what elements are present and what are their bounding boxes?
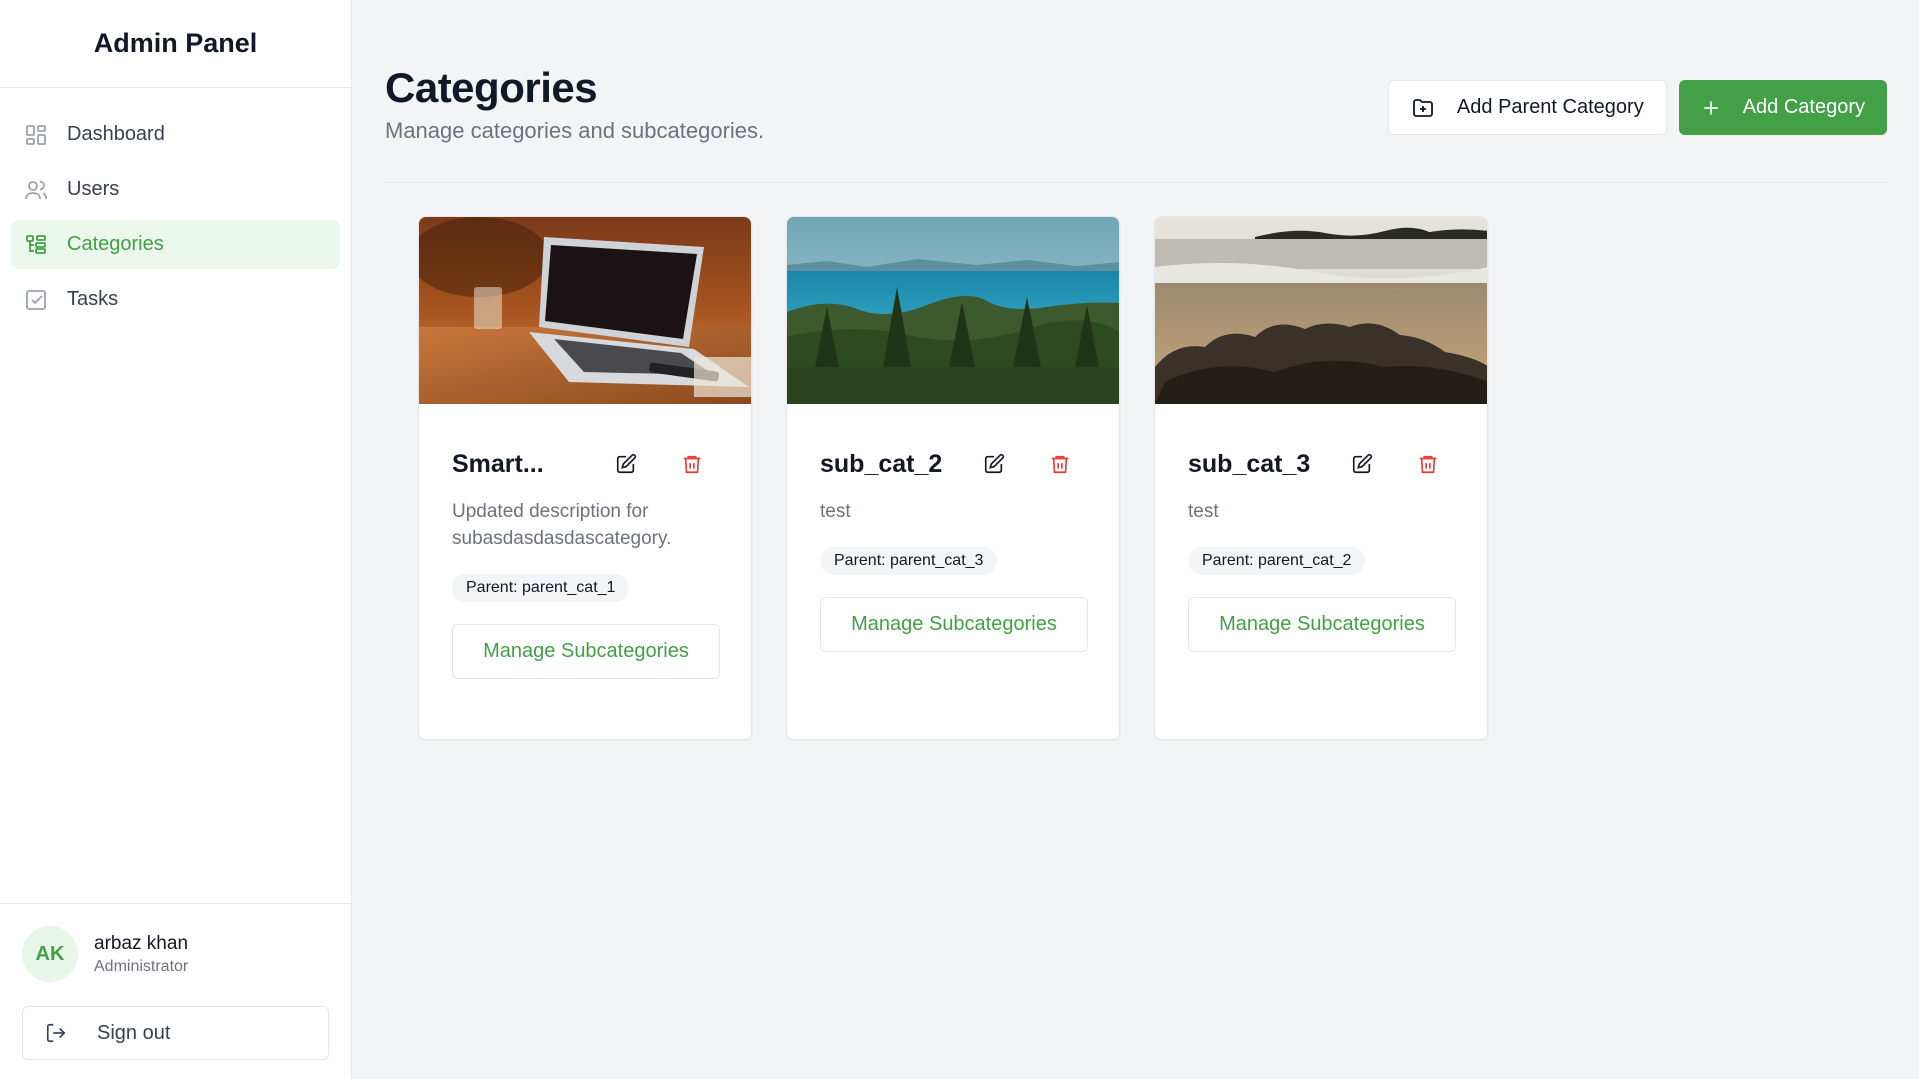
manage-subcategories-button[interactable]: Manage Subcategories [452,624,720,679]
manage-subcategories-button[interactable]: Manage Subcategories [1188,597,1456,652]
parent-badge: Parent: parent_cat_2 [1188,547,1366,575]
manage-subcategories-button[interactable]: Manage Subcategories [820,597,1088,652]
add-category-button[interactable]: Add Category [1678,80,1887,135]
app-title: Admin Panel [0,0,351,88]
edit-icon[interactable] [614,452,638,476]
card-body: Smart... Updated description for subasda… [419,404,751,679]
avatar: AK [22,926,78,982]
user-profile: AK arbaz khan Administrator [22,926,329,982]
tasks-icon [23,287,49,313]
sidebar-item-dashboard[interactable]: Dashboard [11,110,340,159]
folder-plus-icon [1411,96,1435,120]
sign-out-label: Sign out [97,1021,171,1044]
sidebar-nav: Dashboard Users Categories Tasks [0,88,351,330]
edit-icon[interactable] [982,452,1006,476]
sidebar-item-users[interactable]: Users [11,165,340,214]
parent-badge: Parent: parent_cat_3 [820,547,998,575]
edit-icon[interactable] [1350,452,1374,476]
add-parent-category-label: Add Parent Category [1456,96,1644,118]
categories-icon [23,232,49,258]
sidebar-item-label: Users [67,178,120,200]
category-card: sub_cat_3 test Parent: parent_cat_2 Mana… [1154,216,1488,740]
category-name: Smart... [452,449,544,478]
sidebar-item-label: Dashboard [67,123,165,145]
parent-badge: Parent: parent_cat_1 [452,574,630,602]
delete-icon[interactable] [680,452,704,476]
category-description: test [1188,501,1219,522]
app-root: Admin Panel Dashboard Users Categories T… [0,0,1919,1079]
sign-out-button[interactable]: Sign out [22,1006,329,1060]
users-icon [23,177,49,203]
user-name: arbaz khan [94,932,189,954]
plus-icon [1701,98,1721,118]
category-name: sub_cat_3 [1188,449,1311,478]
header-actions: Add Parent Category Add Category [1387,80,1887,135]
laptop-photo [419,217,751,404]
card-body: sub_cat_3 test Parent: parent_cat_2 Mana… [1155,404,1487,652]
sidebar-item-tasks[interactable]: Tasks [11,275,340,324]
delete-icon[interactable] [1048,452,1072,476]
delete-icon[interactable] [1416,452,1440,476]
category-name: sub_cat_2 [820,449,943,478]
category-grid: Smart... Updated description for subasda… [418,216,1488,740]
sidebar-item-label: Tasks [67,288,119,310]
main-content: Categories Manage categories and subcate… [352,0,1919,1079]
beach-rocks-photo [1155,217,1487,404]
category-card: sub_cat_2 test Parent: parent_cat_3 Mana… [786,216,1120,740]
sidebar: Admin Panel Dashboard Users Categories T… [0,0,352,1079]
add-parent-category-button[interactable]: Add Parent Category [1387,80,1667,135]
sidebar-footer: AK arbaz khan Administrator Sign out [0,903,351,1079]
page-subtitle: Manage categories and subcategories. [385,118,765,143]
user-role: Administrator [94,957,189,975]
category-description: test [820,501,851,522]
sidebar-item-label: Categories [67,233,164,255]
add-category-label: Add Category [1742,96,1865,118]
page-title: Categories [385,64,598,111]
category-card: Smart... Updated description for subasda… [418,216,752,740]
dashboard-icon [23,122,49,148]
sign-out-icon [45,1021,69,1045]
card-body: sub_cat_2 test Parent: parent_cat_3 Mana… [787,404,1119,652]
forest-lake-photo [787,217,1119,404]
sidebar-item-categories[interactable]: Categories [11,220,340,269]
category-description: Updated description for subasdasdasdasca… [452,501,672,549]
